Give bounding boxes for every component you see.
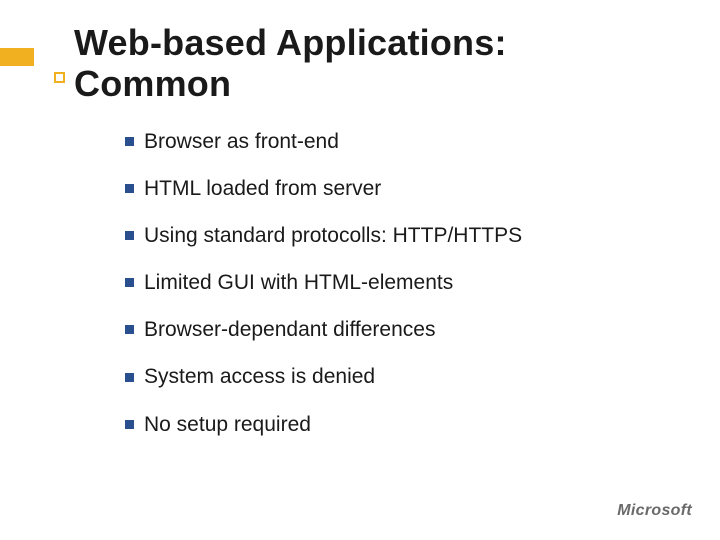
square-bullet-icon [125,184,134,193]
bullet-text: HTML loaded from server [144,177,381,200]
list-item: Browser as front-end [125,130,522,153]
square-bullet-icon [125,373,134,382]
bullet-text: Using standard protocolls: HTTP/HTTPS [144,224,522,247]
accent-bar [0,48,34,66]
list-item: No setup required [125,413,522,436]
list-item: Using standard protocolls: HTTP/HTTPS [125,224,522,247]
list-item: Limited GUI with HTML-elements [125,271,522,294]
microsoft-logo: Microsoft [617,502,692,520]
title-line-1: Web-based Applications: [74,22,507,63]
title-line-2: Common [74,63,507,104]
square-bullet-icon [125,231,134,240]
square-bullet-icon [125,278,134,287]
square-bullet-icon [125,420,134,429]
square-bullet-icon [125,137,134,146]
list-item: HTML loaded from server [125,177,522,200]
bullet-list: Browser as front-end HTML loaded from se… [125,130,522,460]
list-item: Browser-dependant differences [125,318,522,341]
bullet-text: Limited GUI with HTML-elements [144,271,453,294]
slide-title: Web-based Applications: Common [74,22,507,105]
title-bullet-icon [54,72,65,83]
square-bullet-icon [125,325,134,334]
bullet-text: No setup required [144,413,311,436]
bullet-text: System access is denied [144,365,375,388]
bullet-text: Browser as front-end [144,130,339,153]
list-item: System access is denied [125,365,522,388]
bullet-text: Browser-dependant differences [144,318,435,341]
